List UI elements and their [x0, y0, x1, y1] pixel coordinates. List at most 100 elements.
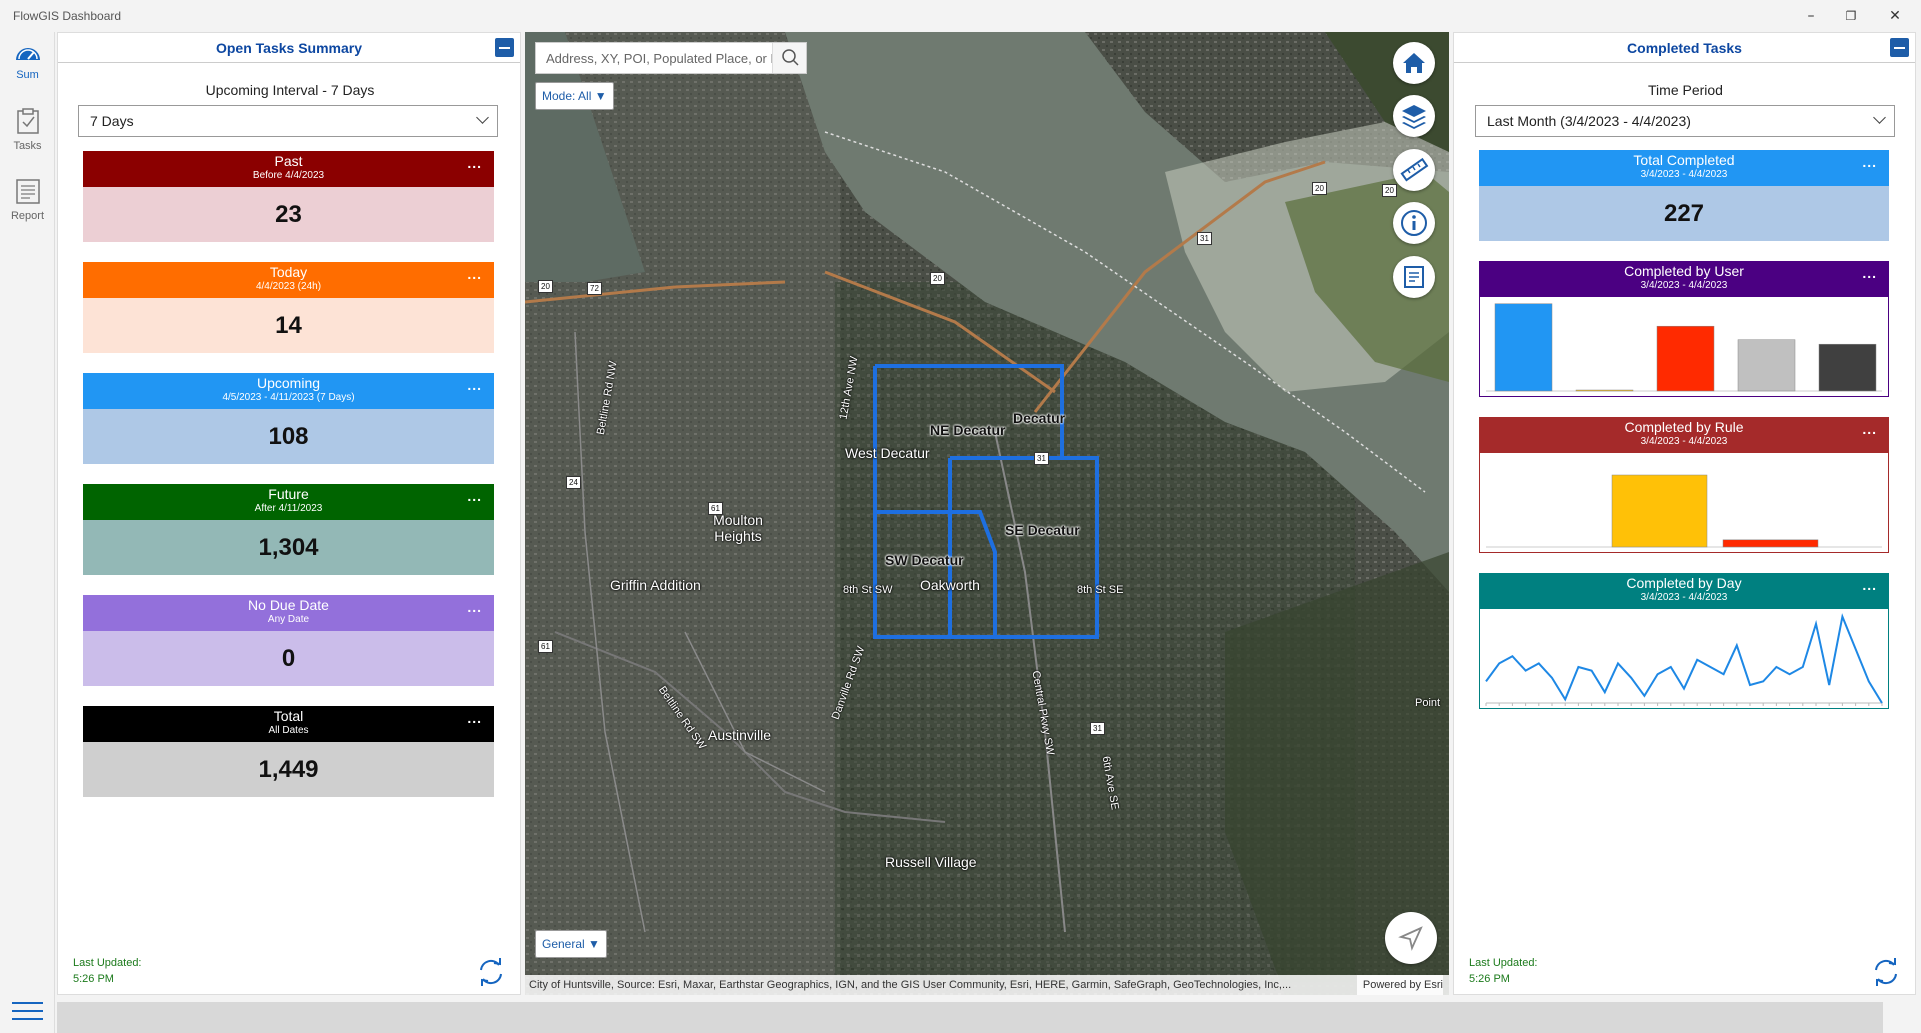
map-label: Decatur — [1013, 410, 1066, 426]
card-header: Completed by Rule 3/4/2023 - 4/4/2023 ..… — [1479, 417, 1889, 453]
route-shield: 61 — [538, 640, 553, 653]
route-shield: 20 — [930, 272, 945, 285]
home-icon — [1403, 53, 1425, 73]
more-options-icon[interactable]: ... — [1862, 265, 1877, 281]
completed-by-rule-card[interactable]: Completed by Rule 3/4/2023 - 4/4/2023 ..… — [1479, 417, 1889, 553]
completed-by-day-chart — [1485, 613, 1883, 706]
search-button[interactable] — [772, 43, 806, 73]
mode-label: Mode: All — [542, 89, 592, 103]
more-options-icon[interactable]: ... — [467, 710, 482, 726]
card-value: 1,304 — [83, 520, 494, 575]
time-period-dropdown[interactable]: Last Month (3/4/2023 - 4/4/2023) — [1475, 105, 1895, 137]
chart-bar[interactable] — [1818, 343, 1877, 392]
card-title: Total — [273, 708, 304, 724]
powered-by[interactable]: Powered by Esri — [1356, 975, 1443, 995]
chart-bar[interactable] — [1737, 339, 1796, 392]
nav-item-sum[interactable]: Sum — [0, 40, 55, 81]
chart-line-series[interactable] — [1485, 613, 1883, 704]
card-title: Past — [274, 153, 303, 169]
more-options-icon[interactable]: ... — [467, 599, 482, 615]
left-nav: Sum Tasks Report — [0, 32, 55, 1033]
route-shield: 20 — [1312, 182, 1327, 195]
legend-icon — [1404, 266, 1424, 288]
task-card-total[interactable]: Total All Dates... 1,449 — [83, 706, 494, 797]
basemap-label: General — [542, 937, 585, 951]
completed-by-rule-chart — [1486, 474, 1882, 548]
caret-down-icon: ▼ — [594, 89, 607, 103]
nav-item-tasks[interactable]: Tasks — [0, 107, 55, 152]
card-value: 108 — [83, 409, 494, 464]
chart-bar[interactable] — [1611, 474, 1708, 548]
card-subtitle: 4/4/2023 (24h) — [255, 281, 322, 292]
menu-icon[interactable] — [12, 1002, 43, 1026]
last-updated: Last Updated: 5:26 PM — [1469, 955, 1538, 987]
navigate-button[interactable] — [1385, 912, 1437, 964]
restore-icon[interactable]: ❐ — [1828, 0, 1874, 32]
task-card-no-due-date[interactable]: No Due Date Any Date... 0 — [83, 595, 494, 686]
nav-label: Report — [10, 210, 45, 222]
card-title: Completed by Rule — [1624, 419, 1744, 435]
mode-filter-button[interactable]: Mode: All ▼ — [535, 82, 614, 110]
panel-header: Open Tasks Summary — [58, 33, 520, 63]
collapse-button[interactable] — [495, 38, 514, 57]
card-subtitle: 4/5/2023 - 4/11/2023 (7 Days) — [222, 392, 355, 403]
interval-label: Upcoming Interval - 7 Days — [205, 82, 375, 98]
chart-bar[interactable] — [1656, 325, 1715, 392]
map-label: 8th St SW — [843, 584, 893, 596]
map-label: SE Decatur — [1005, 522, 1080, 538]
task-card-past[interactable]: Past Before 4/4/2023... 23 — [83, 151, 494, 242]
refresh-icon[interactable] — [476, 957, 506, 987]
route-shield: 24 — [566, 476, 581, 489]
map-label: Moulton Heights — [713, 512, 763, 544]
last-updated-time: 5:26 PM — [73, 973, 114, 985]
card-subtitle: After 4/11/2023 — [254, 503, 323, 514]
nav-label: Sum — [16, 69, 39, 81]
info-icon — [1401, 210, 1427, 236]
basemap-button[interactable]: General ▼ — [535, 930, 607, 958]
card-header: No Due Date Any Date... — [83, 595, 494, 631]
more-options-icon[interactable]: ... — [1862, 577, 1877, 593]
more-options-icon[interactable]: ... — [1862, 154, 1877, 170]
card-subtitle: 3/4/2023 - 4/4/2023 — [1640, 280, 1728, 291]
close-icon[interactable]: ✕ — [1872, 0, 1918, 32]
refresh-icon[interactable] — [1871, 957, 1901, 987]
info-button[interactable] — [1393, 202, 1435, 244]
more-options-icon[interactable]: ... — [467, 155, 482, 171]
card-value: 227 — [1479, 186, 1889, 241]
chart-bar[interactable] — [1494, 303, 1553, 392]
interval-dropdown[interactable]: 7 Days — [78, 105, 498, 137]
card-title: Upcoming — [256, 375, 321, 391]
completed-by-user-card[interactable]: Completed by User 3/4/2023 - 4/4/2023 ..… — [1479, 261, 1889, 397]
more-options-icon[interactable]: ... — [467, 266, 482, 282]
completed-by-day-card[interactable]: Completed by Day 3/4/2023 - 4/4/2023 ... — [1479, 573, 1889, 709]
measure-button[interactable] — [1393, 149, 1435, 191]
chart-bar[interactable] — [1722, 539, 1819, 548]
more-options-icon[interactable]: ... — [1862, 421, 1877, 437]
last-updated-label: Last Updated: — [1469, 957, 1538, 969]
collapse-button[interactable] — [1890, 38, 1909, 57]
map-label: West Decatur — [845, 445, 930, 461]
map-attribution: City of Huntsville, Source: Esri, Maxar,… — [525, 975, 1449, 995]
task-card-today[interactable]: Today 4/4/2023 (24h)... 14 — [83, 262, 494, 353]
more-options-icon[interactable]: ... — [467, 488, 482, 504]
map-label: 8th St SE — [1077, 584, 1124, 596]
last-updated-label: Last Updated: — [73, 957, 142, 969]
search-input[interactable] — [536, 43, 782, 73]
task-card-upcoming[interactable]: Upcoming 4/5/2023 - 4/11/2023 (7 Days)...… — [83, 373, 494, 464]
layers-button[interactable] — [1393, 95, 1435, 137]
panel-header: Completed Tasks — [1454, 33, 1915, 63]
legend-button[interactable] — [1393, 256, 1435, 298]
home-button[interactable] — [1393, 42, 1435, 84]
chart-bar[interactable] — [1575, 389, 1634, 392]
route-shield: 61 — [708, 502, 723, 515]
card-subtitle: Before 4/4/2023 — [252, 170, 325, 181]
total-completed-card[interactable]: Total Completed 3/4/2023 - 4/4/2023 ... … — [1479, 150, 1889, 241]
card-title: Future — [268, 486, 309, 502]
map-view[interactable]: Decatur NE Decatur West Decatur SE Decatur S… — [525, 32, 1449, 995]
search-box — [535, 42, 807, 74]
task-card-future[interactable]: Future After 4/11/2023... 1,304 — [83, 484, 494, 575]
ruler-icon — [1400, 157, 1429, 182]
nav-item-report[interactable]: Report — [0, 177, 55, 222]
more-options-icon[interactable]: ... — [467, 377, 482, 393]
card-value: 1,449 — [83, 742, 494, 797]
